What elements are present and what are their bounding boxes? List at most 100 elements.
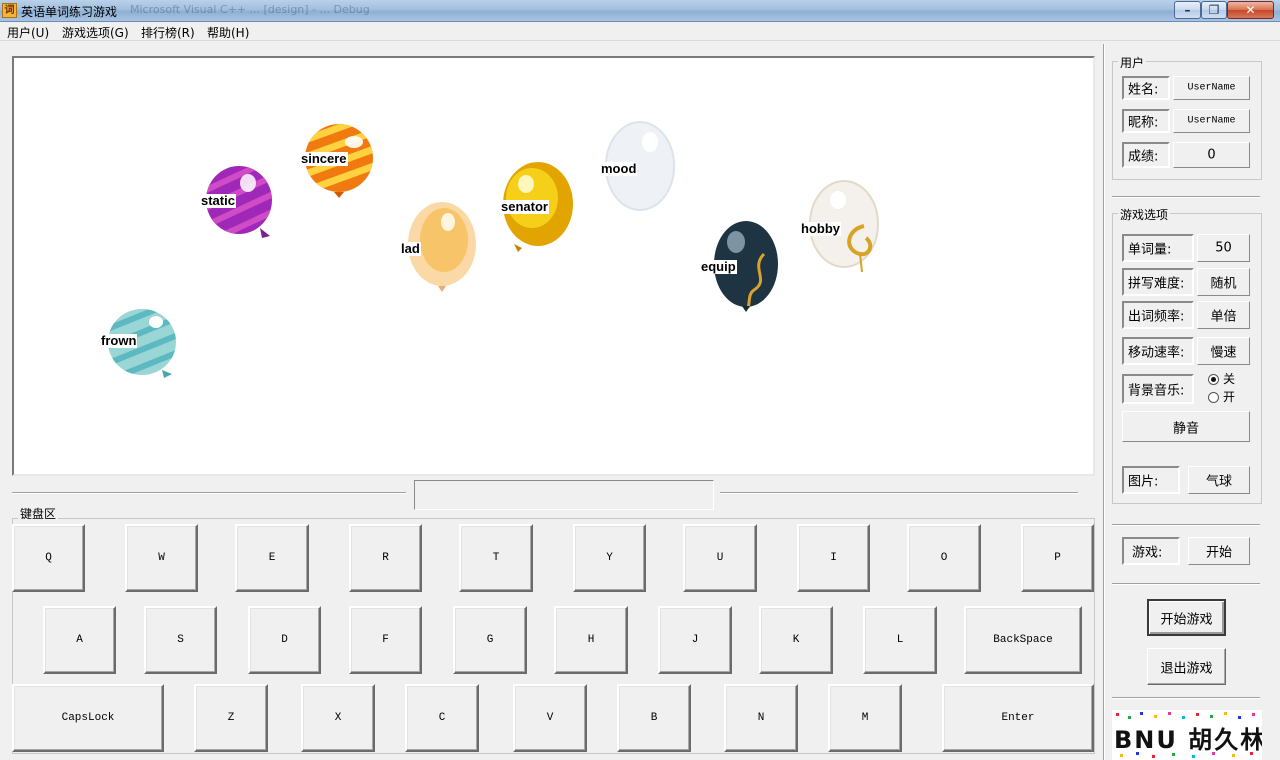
minimize-icon: – <box>1184 3 1191 17</box>
divider <box>720 492 1078 494</box>
balloon-equip: equip <box>700 218 784 314</box>
author-logo: BNU 胡久林 <box>1112 710 1262 760</box>
music-on-radio[interactable]: 开 <box>1208 388 1235 405</box>
speed-value[interactable]: 慢速 <box>1197 337 1250 365</box>
radio-selected-icon <box>1208 374 1219 385</box>
app-icon: 词 <box>2 3 17 18</box>
balloon-word: senator <box>500 199 549 214</box>
key-b[interactable]: B <box>617 684 691 752</box>
key-q[interactable]: Q <box>12 524 85 592</box>
menu-bar: 用户(U) 游戏选项(G) 排行榜(R) 帮助(H) <box>0 22 1280 41</box>
picture-label: 图片: <box>1122 466 1180 494</box>
author-logo-text: BNU 胡久林 <box>1114 726 1262 754</box>
minimize-button[interactable]: – <box>1174 1 1201 19</box>
divider <box>1112 583 1260 585</box>
music-label: 背景音乐: <box>1122 374 1194 404</box>
name-value: UserName <box>1173 76 1250 100</box>
key-o[interactable]: O <box>907 524 981 592</box>
word-count-label: 单词量: <box>1122 234 1194 262</box>
balloon-hobby: hobby <box>800 180 880 276</box>
word-input[interactable] <box>414 480 714 510</box>
mute-button[interactable]: 静音 <box>1122 411 1250 442</box>
balloon-mood: mood <box>600 120 676 216</box>
close-button[interactable]: ✕ <box>1227 1 1274 19</box>
nick-label: 昵称: <box>1122 109 1170 133</box>
key-enter[interactable]: Enter <box>942 684 1094 752</box>
balloon-word: hobby <box>800 221 841 236</box>
nick-value: UserName <box>1173 109 1250 133</box>
key-r[interactable]: R <box>349 524 422 592</box>
window-title-ghost: Microsoft Visual C++ ... [design] - ... … <box>130 3 370 16</box>
balloon-static: static <box>200 166 276 242</box>
keyboard-title: 键盘区 <box>18 505 59 522</box>
game-status-label: 游戏: <box>1122 537 1180 565</box>
menu-user[interactable]: 用户(U) <box>7 24 49 41</box>
divider <box>1112 524 1260 526</box>
key-m[interactable]: M <box>828 684 902 752</box>
title-bar[interactable]: 词 英语单词练习游戏 Microsoft Visual C++ ... [des… <box>0 0 1280 22</box>
word-count-value[interactable]: 50 <box>1197 234 1250 262</box>
balloon-senator: senator <box>500 160 576 254</box>
balloon-word: mood <box>600 161 638 176</box>
key-a[interactable]: A <box>43 606 116 674</box>
radio-unselected-icon <box>1208 392 1219 403</box>
key-e[interactable]: E <box>235 524 309 592</box>
menu-help[interactable]: 帮助(H) <box>207 24 249 41</box>
score-label: 成绩: <box>1122 142 1170 168</box>
key-k[interactable]: K <box>759 606 833 674</box>
window-title: 英语单词练习游戏 <box>21 5 118 19</box>
options-group-title: 游戏选项 <box>1118 206 1171 223</box>
divider <box>12 492 406 494</box>
divider <box>1112 697 1260 699</box>
key-h[interactable]: H <box>554 606 628 674</box>
key-i[interactable]: I <box>797 524 870 592</box>
balloon-word: sincere <box>300 151 348 166</box>
difficulty-value[interactable]: 随机 <box>1197 268 1250 296</box>
balloon-word: static <box>200 193 236 208</box>
difficulty-label: 拼写难度: <box>1122 268 1194 296</box>
key-p[interactable]: P <box>1021 524 1094 592</box>
key-y[interactable]: Y <box>573 524 646 592</box>
balloon-lad: lad <box>400 200 478 294</box>
key-w[interactable]: W <box>125 524 198 592</box>
menu-leaderboard[interactable]: 排行榜(R) <box>141 24 195 41</box>
key-d[interactable]: D <box>248 606 321 674</box>
balloon-word: equip <box>700 259 737 274</box>
balloon-word: frown <box>100 333 138 348</box>
game-area[interactable]: sincere static mood senator lad hobby eq… <box>12 56 1095 476</box>
exit-game-button[interactable]: 退出游戏 <box>1147 648 1226 685</box>
speed-label: 移动速率: <box>1122 337 1194 365</box>
key-t[interactable]: T <box>459 524 533 592</box>
key-n[interactable]: N <box>724 684 798 752</box>
key-g[interactable]: G <box>453 606 527 674</box>
picture-value[interactable]: 气球 <box>1188 466 1250 494</box>
key-j[interactable]: J <box>658 606 732 674</box>
key-f[interactable]: F <box>349 606 422 674</box>
key-z[interactable]: Z <box>194 684 268 752</box>
name-label: 姓名: <box>1122 76 1170 100</box>
music-off-radio[interactable]: 关 <box>1208 370 1235 387</box>
maximize-button[interactable]: ❐ <box>1201 1 1227 19</box>
key-s[interactable]: S <box>144 606 217 674</box>
score-value: 0 <box>1173 142 1250 168</box>
key-capslock[interactable]: CapsLock <box>12 684 164 752</box>
key-c[interactable]: C <box>405 684 479 752</box>
key-x[interactable]: X <box>301 684 375 752</box>
restore-icon: ❐ <box>1208 3 1220 17</box>
close-icon: ✕ <box>1245 3 1256 17</box>
balloon-sincere: sincere <box>300 124 374 204</box>
menu-game-options[interactable]: 游戏选项(G) <box>62 24 129 41</box>
balloon-word: lad <box>400 241 421 256</box>
balloon-frown: frown <box>100 308 180 380</box>
user-group-title: 用户 <box>1118 54 1147 71</box>
frequency-value[interactable]: 单倍 <box>1197 301 1250 329</box>
frequency-label: 出词频率: <box>1122 301 1194 329</box>
key-backspace[interactable]: BackSpace <box>964 606 1082 674</box>
key-v[interactable]: V <box>513 684 587 752</box>
key-l[interactable]: L <box>863 606 937 674</box>
start-game-button[interactable]: 开始游戏 <box>1147 599 1226 636</box>
divider <box>1112 196 1260 198</box>
key-u[interactable]: U <box>683 524 757 592</box>
panel-divider <box>1103 44 1105 760</box>
game-status-value: 开始 <box>1188 537 1250 565</box>
